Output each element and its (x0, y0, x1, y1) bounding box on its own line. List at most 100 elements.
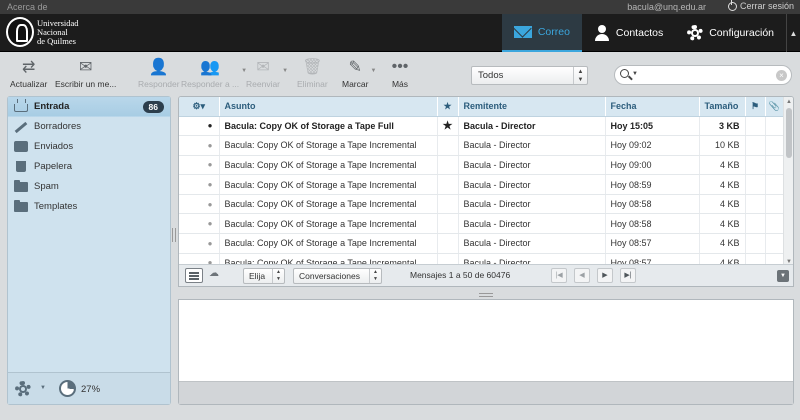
folder-list: Entrada 86 Borradores Enviados Papelera … (7, 96, 171, 405)
compose-button[interactable]: ✉ Escribir un me... (55, 58, 116, 89)
pencil-icon (14, 121, 28, 132)
reply-button[interactable]: 👤 Responder (138, 58, 180, 89)
more-button[interactable]: ••• Más (389, 58, 411, 89)
star-empty[interactable] (437, 213, 459, 235)
list-scrollbar[interactable]: ▲ ▼ (783, 97, 793, 267)
sent-icon (14, 141, 28, 152)
last-page-icon[interactable]: ▶| (620, 268, 636, 283)
logo-line-3: de Quilmes (37, 35, 76, 46)
reply-label: Responder (138, 79, 180, 89)
scroll-thumb[interactable] (786, 108, 792, 158)
folder-label: Borradores (34, 121, 81, 132)
folder-inbox[interactable]: Entrada 86 (8, 97, 170, 117)
delete-button[interactable]: 🗑 Eliminar (297, 58, 328, 89)
university-logo[interactable]: Universidad Nacional de Quilmes (6, 17, 79, 47)
quota-percent: 27% (81, 384, 101, 395)
column-from[interactable]: Remitente (458, 97, 606, 117)
forward-button[interactable]: ✉ Reenviar ▼ (246, 58, 288, 89)
nav-contacts[interactable]: Contactos (582, 14, 675, 52)
status-dot-icon: ● (179, 135, 220, 156)
envelope-icon (513, 26, 532, 38)
folder-label: Entrada (34, 101, 70, 112)
column-subject[interactable]: Asunto (219, 97, 438, 117)
select-menu[interactable]: Elija ▲ ▼ (243, 268, 285, 284)
table-row[interactable]: ●Bacula: Copy OK of Storage a Tape Incre… (179, 135, 785, 156)
chevron-down-icon[interactable]: ▼ (40, 385, 46, 391)
logout-button[interactable]: Cerrar sesión (727, 0, 794, 11)
row-attachment-cell (765, 194, 785, 215)
column-date[interactable]: Fecha (605, 97, 700, 117)
threads-view-icon[interactable]: ☁ (209, 268, 223, 284)
about-link[interactable]: Acerca de (7, 2, 48, 12)
list-options-gear-icon[interactable]: ⚙▾ (179, 97, 220, 117)
table-row[interactable]: ●Bacula: Copy OK of Storage a Tape Incre… (179, 213, 785, 235)
filter-select[interactable]: Todos ▲ ▼ (471, 66, 588, 85)
folder-label: Templates (34, 201, 78, 212)
next-page-icon[interactable]: ▶ (597, 268, 613, 283)
row-flag-cell (745, 155, 766, 176)
row-from: Bacula - Director (458, 155, 606, 176)
toggle-preview-icon[interactable]: ▼ (777, 270, 789, 282)
table-row[interactable]: ● Bacula: Copy OK of Storage a Tape Full ★… (179, 116, 785, 137)
refresh-button[interactable]: ⇄ Actualizar (10, 58, 47, 89)
search-options-caret-icon[interactable]: ▼ (632, 71, 638, 77)
folder-trash[interactable]: Papelera (8, 157, 170, 177)
user-icon (594, 25, 610, 41)
row-attachment-cell (765, 135, 785, 156)
more-label: Más (391, 79, 409, 89)
folder-drafts[interactable]: Borradores (8, 117, 170, 137)
horizontal-splitter[interactable] (479, 293, 493, 297)
folder-templates[interactable]: Templates (8, 197, 170, 217)
folder-sent[interactable]: Enviados (8, 137, 170, 157)
star-empty[interactable] (437, 174, 459, 195)
row-attachment-cell (765, 174, 785, 195)
trash-icon: 🗑 (302, 59, 323, 76)
nav-mail[interactable]: Correo (501, 14, 582, 52)
column-flag-icon[interactable]: ⚑ (745, 97, 766, 117)
table-row[interactable]: ●Bacula: Copy OK of Storage a Tape Incre… (179, 233, 785, 254)
row-from: Bacula - Director (458, 194, 606, 215)
search-box[interactable]: ▼ × (614, 65, 792, 85)
row-date: Hoy 09:00 (605, 155, 700, 176)
status-dot-icon: ● (179, 155, 220, 176)
first-page-icon[interactable]: |◀ (551, 268, 567, 283)
mark-button[interactable]: ✎ Marcar ▼ (342, 58, 376, 89)
row-from: Bacula - Director (458, 233, 606, 254)
folder-actions-gear-icon[interactable] (15, 381, 31, 397)
compose-label: Escribir un me... (55, 79, 117, 89)
list-view-icon[interactable] (185, 268, 203, 283)
column-attachment-icon[interactable]: 📎 (765, 97, 785, 117)
folder-spam[interactable]: Spam (8, 177, 170, 197)
column-flag[interactable]: ★ (437, 97, 459, 117)
folders-footer: ▼ 27% (8, 372, 170, 404)
nav-settings[interactable]: Configuración (675, 14, 786, 52)
star-empty[interactable] (437, 135, 459, 156)
forward-label: Reenviar (246, 79, 281, 89)
table-row[interactable]: ●Bacula: Copy OK of Storage a Tape Incre… (179, 194, 785, 215)
table-row[interactable]: ●Bacula: Copy OK of Storage a Tape Incre… (179, 174, 785, 195)
vertical-splitter[interactable] (172, 228, 176, 242)
star-empty[interactable] (437, 233, 459, 254)
select-arrows-icon: ▲ ▼ (272, 269, 284, 283)
previous-page-icon[interactable]: ◀ (574, 268, 590, 283)
threads-menu[interactable]: Conversaciones ▲ ▼ (293, 268, 382, 284)
row-size: 3 KB (699, 116, 746, 137)
gear-icon (687, 25, 704, 41)
row-size: 4 KB (699, 155, 746, 176)
row-date: Hoy 15:05 (605, 116, 700, 137)
mark-dropdown-icon[interactable]: ▼ (371, 68, 377, 74)
row-subject: Bacula: Copy OK of Storage a Tape Increm… (219, 135, 438, 156)
reply-all-button[interactable]: 👥 Responder a ... ▼ (181, 58, 247, 89)
table-row[interactable]: ●Bacula: Copy OK of Storage a Tape Incre… (179, 155, 785, 176)
search-icon[interactable] (620, 69, 629, 78)
clear-search-icon[interactable]: × (776, 70, 787, 81)
row-size: 4 KB (699, 213, 746, 235)
star-empty[interactable] (437, 194, 459, 215)
column-size[interactable]: Tamaño (699, 97, 746, 117)
star-empty[interactable] (437, 155, 459, 176)
star-icon[interactable]: ★ (437, 116, 459, 137)
forward-dropdown-icon[interactable]: ▼ (282, 68, 288, 74)
message-list: ⚙▾ Asunto ★ Remitente Fecha Tamaño ⚑ 📎 ●… (178, 96, 794, 287)
nav-menu-caret[interactable]: ▲ (786, 14, 800, 52)
scroll-up-icon[interactable]: ▲ (785, 98, 793, 106)
